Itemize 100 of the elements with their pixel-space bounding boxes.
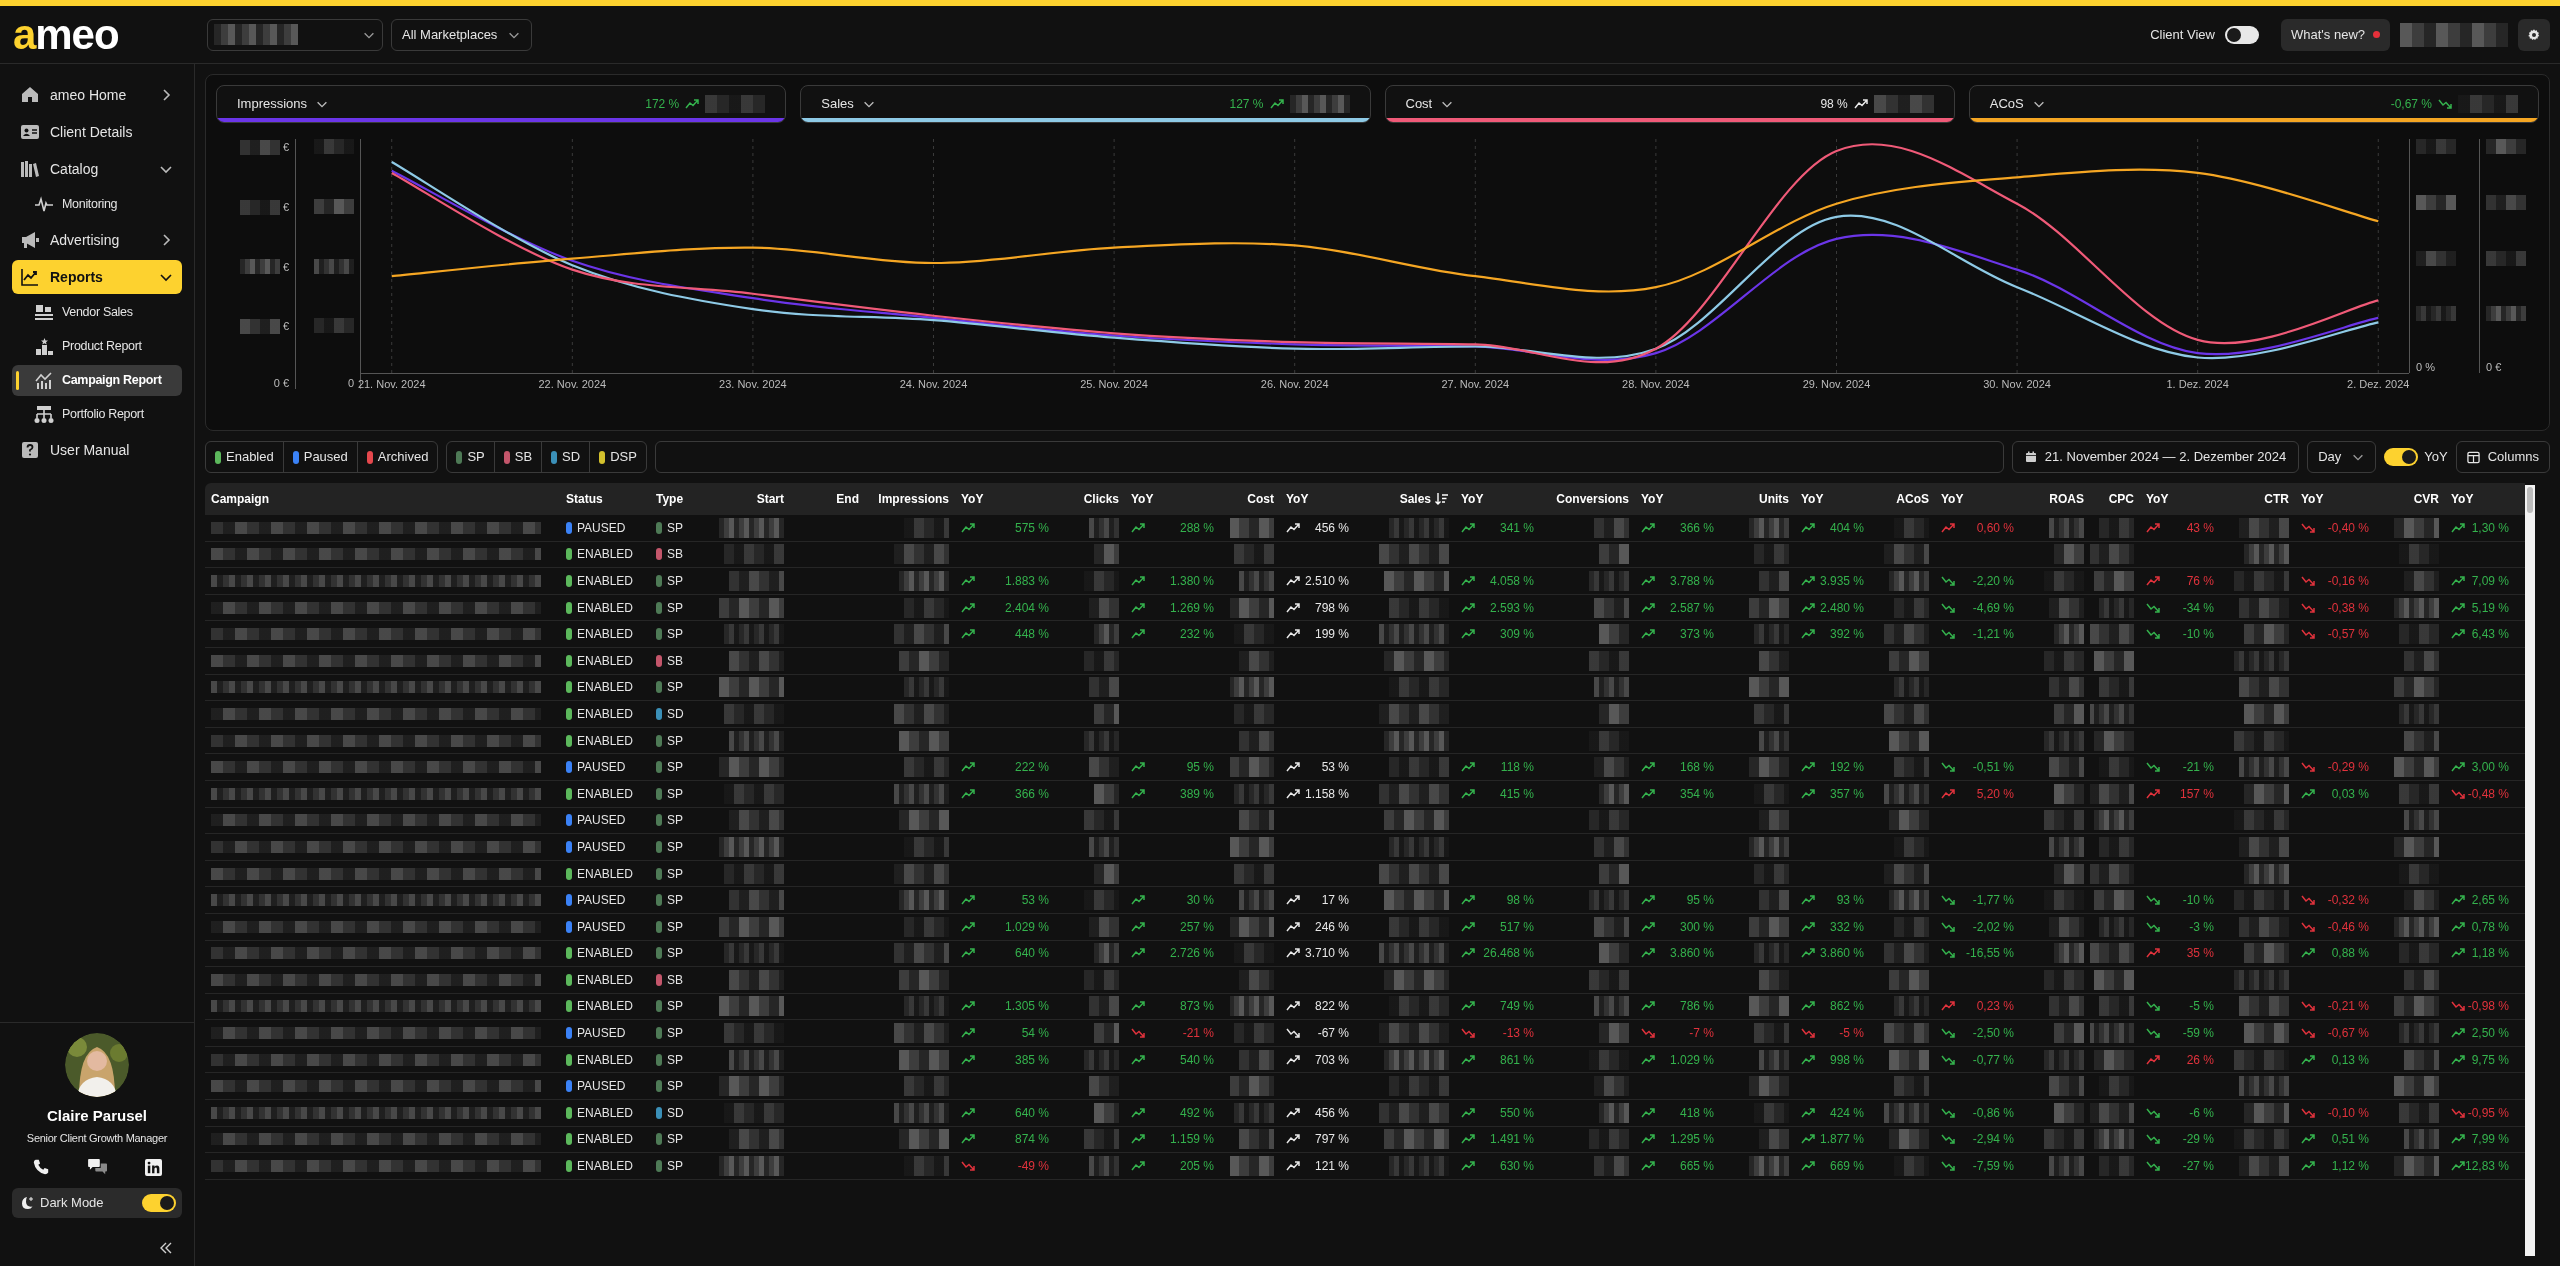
type-label: SP <box>667 785 683 803</box>
interval-select[interactable]: Day <box>2307 441 2377 473</box>
column-header[interactable]: Clicks <box>1065 483 1125 515</box>
yoy-value: -13 % <box>1502 1025 1534 1043</box>
yoy-value: 873 % <box>1179 998 1214 1016</box>
column-header[interactable]: YoY <box>2295 483 2385 515</box>
whats-new-button[interactable]: What's new? <box>2281 18 2390 51</box>
yoy-value: -0,57 % <box>2327 626 2369 644</box>
yoy-value: 7,09 % <box>2471 573 2509 590</box>
column-header[interactable]: ACoS <box>1880 483 1935 515</box>
status-label: ENABLED <box>577 573 634 590</box>
yoy-value: 1.883 % <box>1004 573 1049 590</box>
column-header[interactable]: CTR <box>2230 483 2295 515</box>
filter-chip[interactable]: Archived <box>356 442 438 472</box>
column-header[interactable]: Sales <box>1365 483 1455 515</box>
nav-subitem[interactable]: Monitoring <box>12 189 182 220</box>
column-header[interactable]: ROAS <box>2030 483 2090 515</box>
column-header[interactable]: End <box>790 483 865 515</box>
date-range-button[interactable]: 21. November 2024 — 2. Dezember 2024 <box>2011 441 2300 473</box>
filter-chip[interactable]: Paused <box>282 442 357 472</box>
yoy-value: 373 % <box>1679 626 1714 644</box>
column-header[interactable]: Start <box>710 483 790 515</box>
nav-subitem[interactable]: Portfolio Report <box>12 399 182 430</box>
yoy-value: 669 % <box>1829 1158 1864 1176</box>
status-label: PAUSED <box>577 519 626 537</box>
yoy-value: -29 % <box>2182 1131 2214 1149</box>
yoy-value: 456 % <box>1314 1104 1349 1122</box>
nav-subitem[interactable]: Campaign Report <box>12 365 182 396</box>
yoy-value: 199 % <box>1314 626 1349 644</box>
nav-item[interactable]: ameo Home <box>12 78 182 112</box>
nav-item[interactable]: Catalog <box>12 152 182 186</box>
yoy-value: 786 % <box>1679 998 1714 1016</box>
axis-label: 1. Dez. 2024 <box>2166 377 2229 393</box>
nav-item[interactable]: User Manual <box>12 433 182 467</box>
metric-card[interactable]: Cost 98 % <box>1384 85 1955 123</box>
column-header[interactable]: YoY <box>1635 483 1730 515</box>
column-header[interactable]: CPC <box>2090 483 2140 515</box>
yoy-value: 2.587 % <box>1669 599 1714 617</box>
yoy-value: 862 % <box>1829 998 1864 1016</box>
column-header[interactable]: Impressions <box>865 483 955 515</box>
filter-chip[interactable]: DSP <box>589 442 646 472</box>
type-label: SP <box>667 626 683 644</box>
yoy-value: 118 % <box>1500 759 1534 777</box>
status-label: ENABLED <box>577 546 634 564</box>
column-header[interactable]: YoY <box>1280 483 1365 515</box>
yoy-value: 12,83 % <box>2465 1158 2510 1176</box>
column-header[interactable]: Conversions <box>1550 483 1635 515</box>
nav-item[interactable]: Advertising <box>12 223 182 257</box>
yoy-value: 6,43 % <box>2471 626 2509 644</box>
column-header[interactable]: Units <box>1730 483 1795 515</box>
column-header[interactable]: YoY <box>1455 483 1550 515</box>
yoy-value: 300 % <box>1679 918 1714 936</box>
column-header[interactable]: Type <box>650 483 710 515</box>
column-header[interactable]: YoY <box>1795 483 1880 515</box>
column-header[interactable]: Status <box>560 483 650 515</box>
filter-chip[interactable]: SD <box>541 442 590 472</box>
nav-subitem[interactable]: Product Report <box>12 331 182 362</box>
columns-button[interactable]: Columns <box>2455 441 2550 473</box>
yoy-value: -3 % <box>2189 918 2214 936</box>
column-header[interactable]: YoY <box>1125 483 1230 515</box>
marketplace-select[interactable]: All Marketplaces <box>391 18 533 51</box>
metric-change: 172 % <box>645 96 680 113</box>
filter-chip[interactable]: Enabled <box>206 442 283 472</box>
axis-label: 25. Nov. 2024 <box>1080 377 1148 393</box>
yoy-value: 703 % <box>1314 1051 1349 1069</box>
column-header[interactable]: YoY <box>1935 483 2030 515</box>
yoy-value: -34 % <box>2182 599 2214 617</box>
yoy-value: -21 % <box>2182 759 2214 777</box>
column-header[interactable]: Campaign <box>205 483 560 515</box>
yoy-value: 26.468 % <box>1483 945 1534 963</box>
column-header[interactable]: YoY <box>955 483 1065 515</box>
type-label: SP <box>667 945 683 963</box>
type-label: SD <box>667 1104 684 1122</box>
column-header[interactable]: YoY <box>2140 483 2230 515</box>
axis-label: 2. Dez. 2024 <box>2347 377 2410 393</box>
nav-item[interactable]: Client Details <box>12 115 182 149</box>
yoy-value: 30 % <box>1186 892 1214 910</box>
yoy-value: 9,75 % <box>2471 1051 2509 1069</box>
yoy-value: 874 % <box>1014 1131 1049 1149</box>
column-header[interactable]: Cost <box>1230 483 1280 515</box>
yoy-value: 1.295 % <box>1669 1131 1714 1149</box>
type-label: SD <box>667 705 684 723</box>
nav-subitem[interactable]: Vendor Sales <box>12 297 182 328</box>
filter-chip[interactable]: SB <box>493 442 542 472</box>
metric-card[interactable]: ACoS -0,67 % <box>1968 85 2539 123</box>
tick-label: 0 € <box>2486 362 2502 373</box>
type-label: SP <box>667 519 683 537</box>
yoy-value: 2,50 % <box>2471 1025 2509 1043</box>
metric-card[interactable]: Impressions 172 % <box>216 85 787 123</box>
nav-item[interactable]: Reports <box>12 260 182 294</box>
column-header[interactable]: YoY <box>2445 483 2525 515</box>
metric-change: -0,67 % <box>2390 96 2432 113</box>
status-label: ENABLED <box>577 1158 634 1176</box>
yoy-value: -2,02 % <box>1972 918 2014 936</box>
yoy-value: 246 % <box>1314 918 1349 936</box>
metric-card[interactable]: Sales 127 % <box>800 85 1371 123</box>
type-label: SB <box>667 546 683 564</box>
column-header[interactable]: CVR <box>2385 483 2445 515</box>
filter-chip[interactable]: SP <box>447 442 494 472</box>
yoy-value: 640 % <box>1014 945 1049 963</box>
